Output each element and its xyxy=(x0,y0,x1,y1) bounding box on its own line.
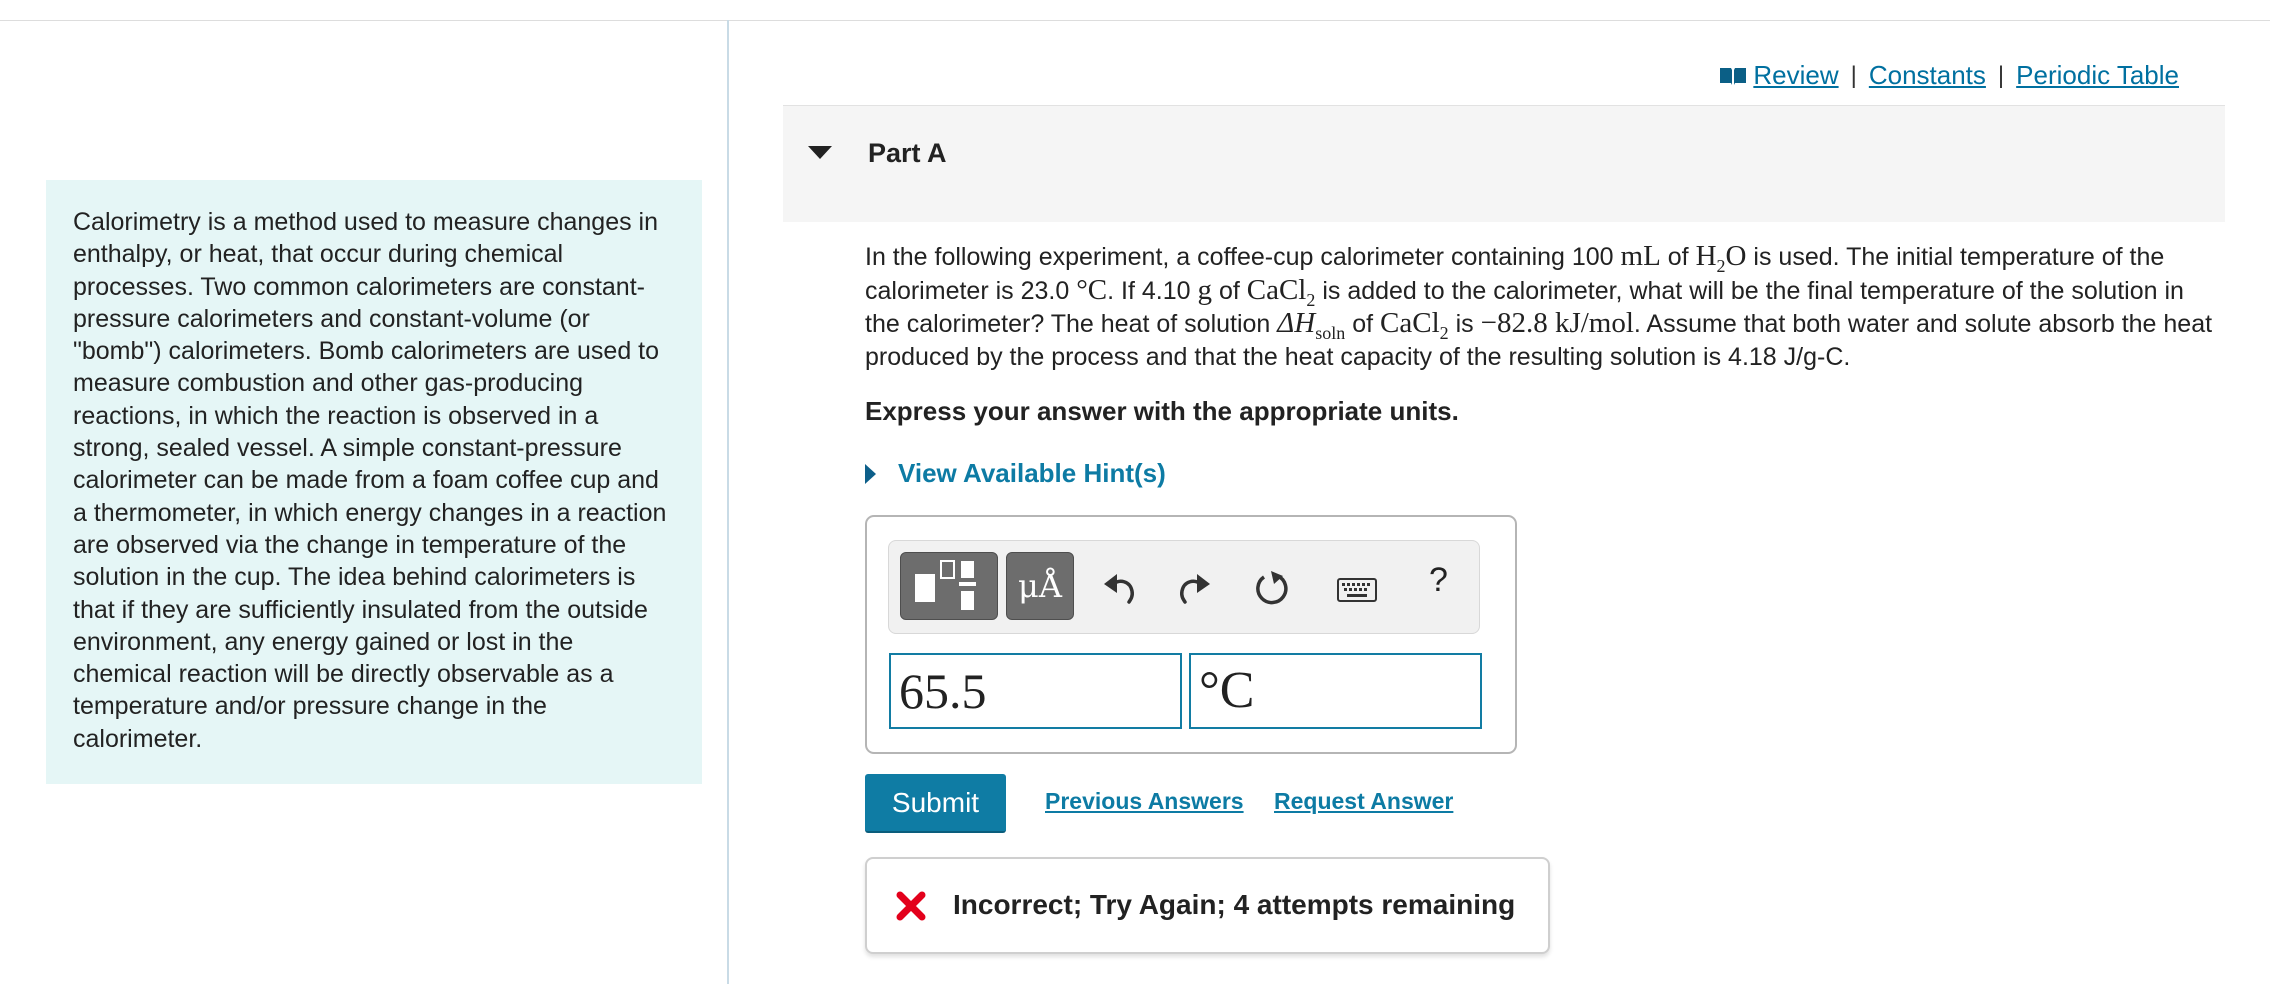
top-rule xyxy=(0,20,2270,21)
panel-divider xyxy=(727,20,729,984)
part-title: Part A xyxy=(868,138,947,168)
answer-unit-input[interactable]: °C xyxy=(1189,653,1482,729)
templates-button[interactable] xyxy=(900,552,998,620)
collapse-caret-icon[interactable] xyxy=(808,146,832,159)
link-separator: | xyxy=(1997,61,2005,89)
answer-value-input[interactable]: 65.5 xyxy=(889,653,1182,729)
keyboard-icon[interactable] xyxy=(1337,578,1377,602)
reset-icon[interactable] xyxy=(1252,568,1292,608)
instructions: Express your answer with the appropriate… xyxy=(865,396,1459,426)
answer-box: μÅ ? 65.5 °C xyxy=(865,515,1517,754)
part-header[interactable]: Part A xyxy=(783,105,2225,222)
templates-icon xyxy=(915,560,976,610)
constants-link[interactable]: Constants xyxy=(1869,60,1986,91)
review-link[interactable]: Review xyxy=(1753,60,1838,91)
hints-label: View Available Hint(s) xyxy=(898,458,1166,488)
help-icon[interactable]: ? xyxy=(1429,561,1448,600)
math-toolbar: μÅ ? xyxy=(888,540,1480,634)
submit-button[interactable]: Submit xyxy=(865,774,1006,833)
redo-icon[interactable] xyxy=(1176,571,1212,605)
link-separator: | xyxy=(1850,61,1857,89)
resource-links: Review | Constants | Periodic Table xyxy=(1719,60,2179,91)
periodic-table-link[interactable]: Periodic Table xyxy=(2016,60,2179,91)
undo-icon[interactable] xyxy=(1102,571,1138,605)
feedback-box: Incorrect; Try Again; 4 attempts remaini… xyxy=(865,857,1550,954)
caret-right-icon xyxy=(865,463,876,484)
book-icon xyxy=(1720,67,1747,85)
intro-panel: Calorimetry is a method used to measure … xyxy=(46,180,702,784)
intro-text: Calorimetry is a method used to measure … xyxy=(73,208,667,753)
incorrect-x-icon xyxy=(896,891,926,921)
units-button[interactable]: μÅ xyxy=(1006,552,1074,620)
request-answer-link[interactable]: Request Answer xyxy=(1274,788,1453,815)
hints-toggle[interactable]: View Available Hint(s) xyxy=(865,458,1166,489)
previous-answers-link[interactable]: Previous Answers xyxy=(1045,788,1244,815)
question-text: In the following experiment, a coffee-cu… xyxy=(865,240,2213,371)
feedback-text: Incorrect; Try Again; 4 attempts remaini… xyxy=(953,889,1516,920)
